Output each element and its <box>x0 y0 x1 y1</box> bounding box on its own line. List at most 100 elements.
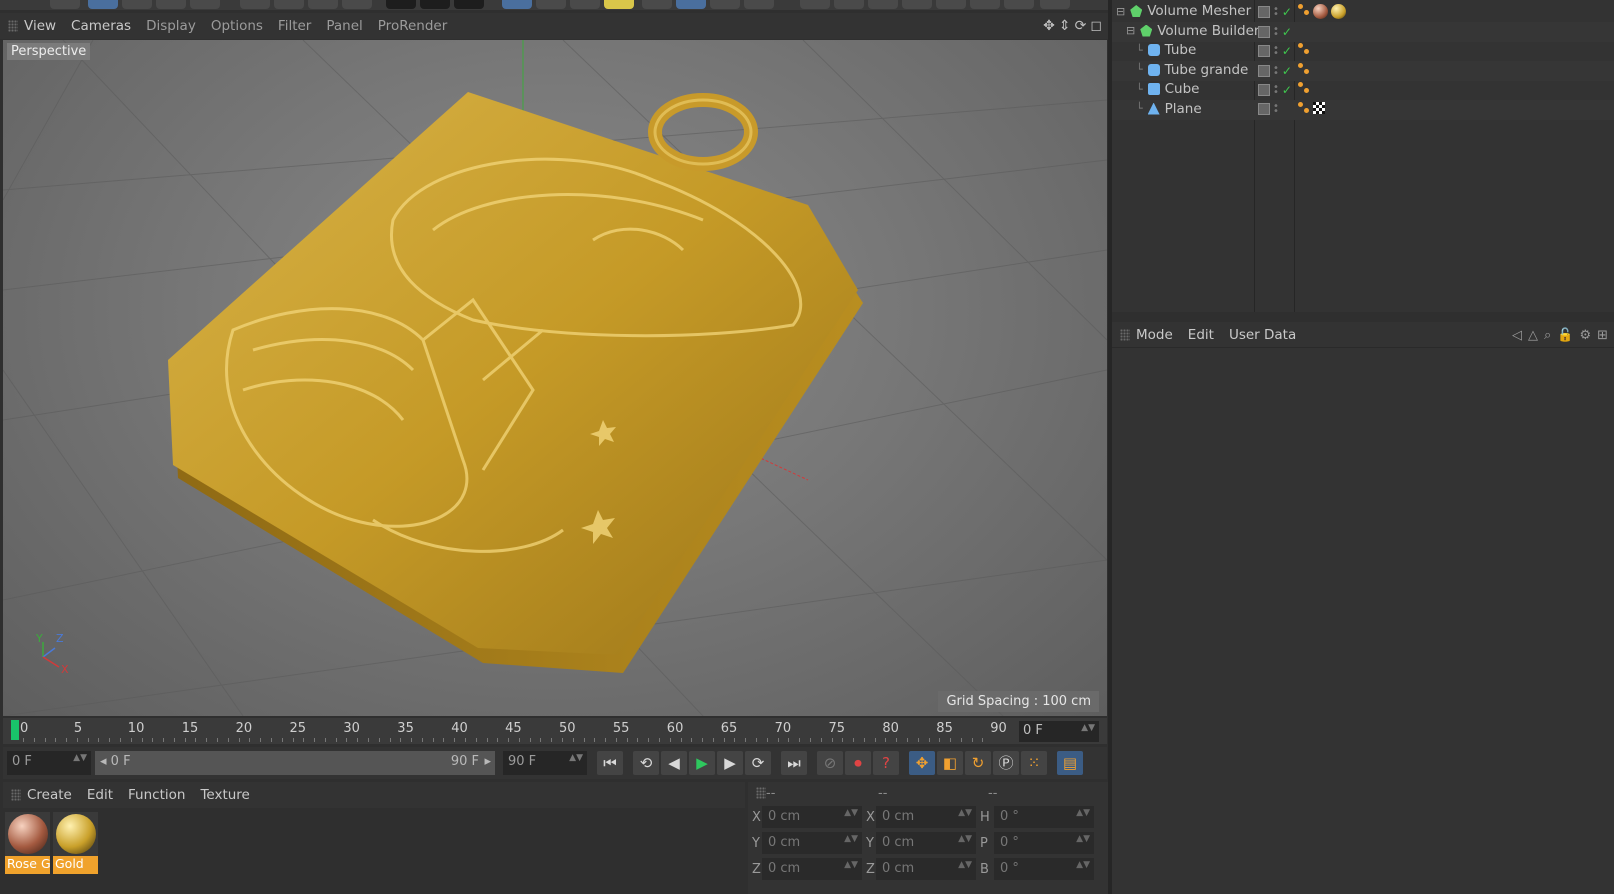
scale-tool-button[interactable] <box>156 0 186 9</box>
visibility-dots-icon[interactable]: • • <box>1273 63 1279 78</box>
record-active-objects-button[interactable]: ⊘ <box>817 751 843 775</box>
layer-box-icon[interactable] <box>1258 84 1270 96</box>
render-picture-button[interactable] <box>420 0 450 9</box>
phong-tag-icon[interactable] <box>1298 62 1310 75</box>
layout-button[interactable] <box>970 0 1000 9</box>
gold-material-tag-icon[interactable] <box>1331 4 1346 19</box>
orbit-icon[interactable]: ⟳ <box>1075 18 1087 34</box>
up-arrow-icon[interactable]: △ <box>1528 328 1538 343</box>
checker-texture-tag-icon[interactable] <box>1313 101 1325 114</box>
current-frame-field[interactable]: 0 F ▲▼ <box>1019 721 1099 742</box>
pendant-body[interactable] <box>168 92 858 655</box>
toggle-views-icon[interactable]: ◻ <box>1090 18 1102 34</box>
visibility-dots-icon[interactable]: • • <box>1273 24 1279 39</box>
material-rose-gold[interactable]: Rose G <box>5 812 50 877</box>
spinner-icon[interactable]: ▲▼ <box>569 753 583 763</box>
spline-pen-button[interactable] <box>536 0 566 9</box>
enabled-check-icon[interactable]: ✓ <box>1282 44 1292 58</box>
undo-button[interactable] <box>50 0 80 9</box>
spinner-icon[interactable]: ▲▼ <box>844 860 858 870</box>
z-axis-button[interactable] <box>308 0 338 9</box>
enabled-check-icon[interactable]: ✓ <box>1282 5 1292 19</box>
phong-tag-icon[interactable] <box>1298 4 1310 16</box>
start-frame-field[interactable]: 0 F ▲▼ <box>7 751 91 775</box>
autokeying-button[interactable]: ⏺ <box>845 751 871 775</box>
move-tool-button[interactable] <box>122 0 152 9</box>
render-view-button[interactable] <box>386 0 416 9</box>
enabled-check-icon[interactable]: ✓ <box>1282 83 1292 97</box>
phong-tag-icon[interactable] <box>1298 43 1310 55</box>
spinner-icon[interactable]: ▲▼ <box>958 808 972 818</box>
lock-icon[interactable]: 🔓 <box>1557 328 1573 343</box>
spinner-icon[interactable]: ▲▼ <box>1076 860 1090 870</box>
render-settings-button[interactable] <box>454 0 484 9</box>
size-field[interactable]: 0 cm ▲▼ <box>876 832 976 854</box>
object-row[interactable]: ⊟ Volume Builder • • ✓ <box>1112 21 1614 42</box>
search-icon[interactable]: ⌕ <box>1544 328 1551 343</box>
pan-icon[interactable]: ✥ <box>1043 18 1055 34</box>
rotate-tool-button[interactable] <box>190 0 220 9</box>
go-to-start-button[interactable]: ⏮ <box>597 751 623 775</box>
menu-mode[interactable]: Mode <box>1136 327 1173 343</box>
layer-box-icon[interactable] <box>1258 102 1270 115</box>
spinner-icon[interactable]: ▲▼ <box>958 860 972 870</box>
menu-user-data[interactable]: User Data <box>1229 327 1296 343</box>
timeline-scheme-button[interactable]: ▤ <box>1057 751 1083 775</box>
size-field[interactable]: 0 cm ▲▼ <box>876 858 976 880</box>
select-tool-button[interactable] <box>88 0 118 9</box>
cube-primitive-button[interactable] <box>502 0 532 9</box>
workplane-button[interactable] <box>868 0 898 9</box>
perspective-viewport[interactable]: Perspective Y Z X Grid Spacing : 100 cm <box>3 40 1107 716</box>
visibility-dots-icon[interactable]: • • <box>1273 44 1279 59</box>
go-to-end-button[interactable]: ⏭ <box>781 751 807 775</box>
subdivision-surface-button[interactable] <box>570 0 600 9</box>
timeline-ruler[interactable]: 0 5 10 15 20 25 30 35 40 45 50 55 60 65 70 75 80 85 90 0 F… <box>3 718 1107 744</box>
object-row[interactable]: └ Cube • • ✓ <box>1112 80 1614 100</box>
menu-filter[interactable]: Filter <box>278 18 311 34</box>
range-right-arrow-icon[interactable]: ▸ <box>484 754 491 769</box>
record-scale-button[interactable]: ◧ <box>937 751 963 775</box>
object-row[interactable]: └ Plane • • <box>1112 99 1614 120</box>
floor-button[interactable] <box>676 0 706 9</box>
menu-edit[interactable]: Edit <box>87 787 113 803</box>
playhead[interactable] <box>11 720 19 740</box>
maximize-button[interactable] <box>1040 0 1070 9</box>
previous-key-button[interactable]: ⟲ <box>633 751 659 775</box>
menu-cameras[interactable]: Cameras <box>71 18 131 34</box>
object-row[interactable]: └ Tube grande • • ✓ <box>1112 60 1614 81</box>
panel-grip-icon[interactable] <box>11 789 21 801</box>
object-row[interactable]: └ Tube • • ✓ <box>1112 41 1614 61</box>
collapse-toggle-icon[interactable]: ⊟ <box>1116 5 1125 18</box>
rotation-field[interactable]: 0 ° ▲▼ <box>994 858 1094 880</box>
next-frame-button[interactable]: ▶ <box>717 751 743 775</box>
sculpt-button[interactable] <box>800 0 830 9</box>
record-parameter-button[interactable]: Ⓟ <box>993 751 1019 775</box>
phong-tag-icon[interactable] <box>1298 82 1310 94</box>
viewport-solo-button[interactable] <box>1004 0 1034 9</box>
light-button[interactable] <box>744 0 774 9</box>
panel-grip-icon[interactable] <box>8 20 18 32</box>
previous-frame-button[interactable]: ◀ <box>661 751 687 775</box>
layer-box-icon[interactable] <box>1258 64 1270 77</box>
record-point-level-button[interactable]: ⁙ <box>1021 751 1047 775</box>
panel-grip-icon[interactable] <box>1120 328 1130 341</box>
menu-edit[interactable]: Edit <box>1188 327 1214 343</box>
menu-texture[interactable]: Texture <box>200 787 249 803</box>
object-row[interactable]: ⊟ Volume Mesher • • ✓ <box>1112 2 1614 22</box>
menu-prorender[interactable]: ProRender <box>378 18 447 34</box>
back-arrow-icon[interactable]: ◁ <box>1512 328 1522 343</box>
range-left-arrow-icon[interactable]: ◂ <box>100 754 107 769</box>
enabled-check-icon[interactable]: ✓ <box>1282 25 1292 39</box>
spinner-icon[interactable]: ▲▼ <box>958 834 972 844</box>
menu-view[interactable]: View <box>24 18 56 34</box>
record-rotation-button[interactable]: ↻ <box>965 751 991 775</box>
play-forwards-button[interactable]: ▶ <box>689 751 715 775</box>
rotation-field[interactable]: 0 ° ▲▼ <box>994 806 1094 828</box>
spinner-icon[interactable]: ▲▼ <box>844 808 858 818</box>
spinner-icon[interactable]: ▲▼ <box>73 753 87 763</box>
y-axis-button[interactable] <box>274 0 304 9</box>
position-field[interactable]: 0 cm ▲▼ <box>762 806 862 828</box>
next-key-button[interactable]: ⟳ <box>745 751 771 775</box>
paint-button[interactable] <box>902 0 932 9</box>
size-field[interactable]: 0 cm ▲▼ <box>876 806 976 828</box>
